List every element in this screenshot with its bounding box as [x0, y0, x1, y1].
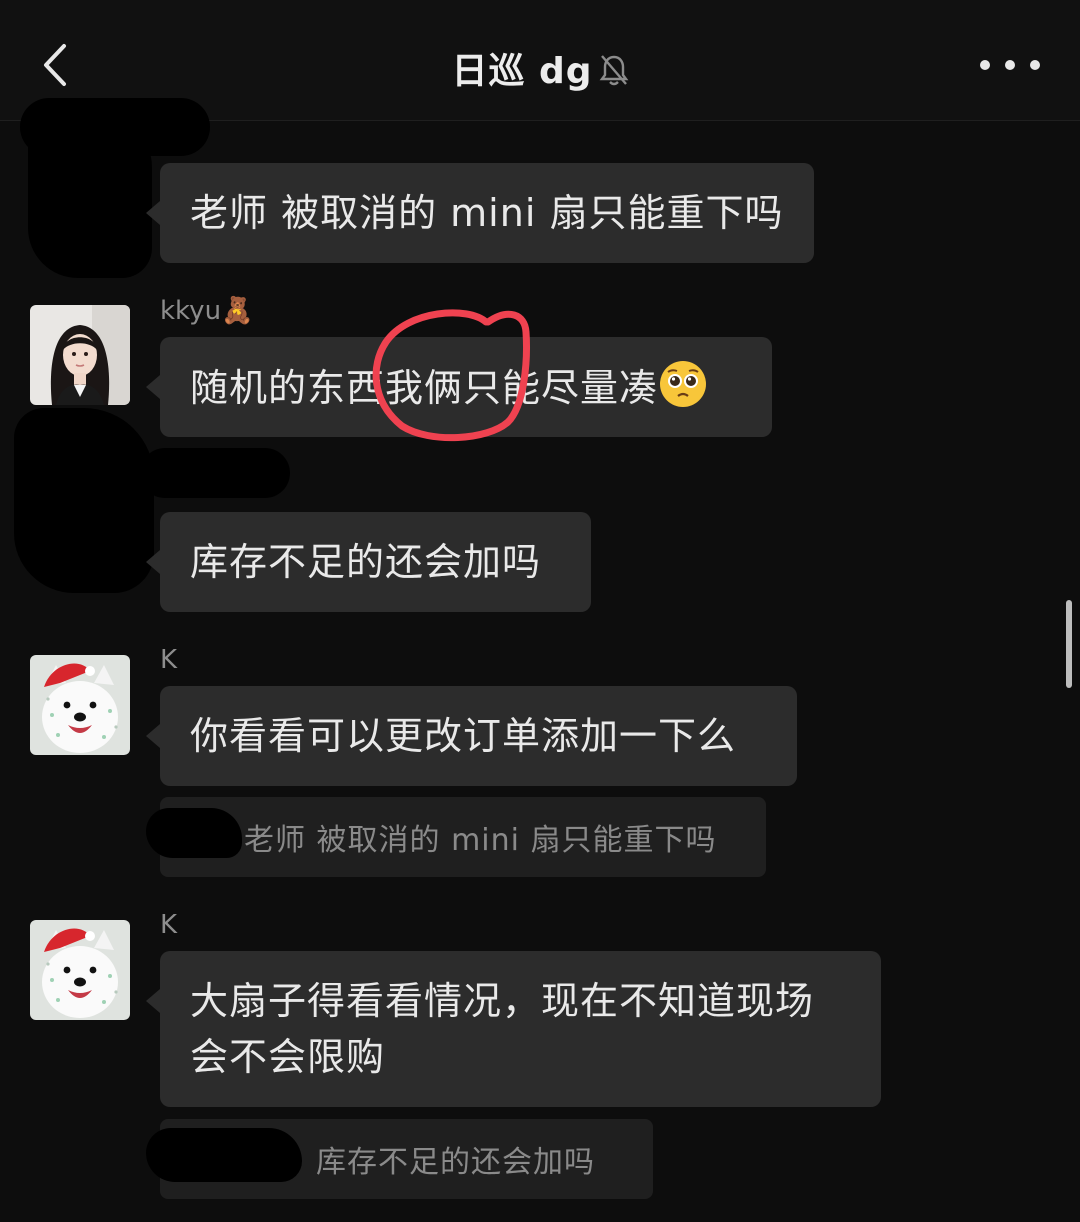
message-text-line: 大扇子得看看情况，现在不知道现场 — [190, 979, 815, 1023]
sender-name: K — [160, 645, 178, 675]
sender-name: K — [160, 910, 178, 940]
chat-screen: 日巡 dg 老师 被取消的 mini 扇只能重下吗 kkyu🧸 随机的东西我俩只… — [0, 0, 1080, 1222]
avatar[interactable] — [30, 920, 130, 1020]
message-bubble[interactable]: 老师 被取消的 mini 扇只能重下吗 — [146, 163, 814, 263]
chat-title: 日巡 dg — [451, 51, 593, 92]
avatar-girl-image — [30, 305, 130, 405]
message-text: 随机的东西我俩只能尽量凑 — [190, 366, 659, 410]
quoted-message[interactable]: 老师 被取消的 mini 扇只能重下吗 — [160, 797, 766, 877]
more-dots-icon — [980, 60, 990, 70]
quoted-text: 老师 被取消的 mini 扇只能重下吗 — [244, 823, 717, 858]
message-bubble[interactable]: 随机的东西我俩只能尽量凑 — [146, 337, 772, 437]
quoted-text: 库存不足的还会加吗 — [316, 1145, 595, 1180]
message-bubble[interactable]: 库存不足的还会加吗 — [146, 512, 591, 612]
avatar[interactable] — [30, 655, 130, 755]
redacted-name — [20, 98, 210, 156]
redacted-quote-sender — [146, 1128, 302, 1182]
pleading-face-emoji — [658, 359, 708, 409]
message-bubble[interactable]: 大扇子得看看情况，现在不知道现场 会不会限购 — [146, 951, 881, 1107]
scrollbar[interactable] — [1066, 600, 1072, 688]
avatar-dog-image — [30, 920, 130, 1020]
redacted-name — [140, 448, 290, 498]
message-text-line: 会不会限购 — [190, 1035, 386, 1079]
avatar-dog-image — [30, 655, 130, 755]
bell-slash-icon — [599, 49, 629, 87]
more-dots-icon — [1005, 60, 1015, 70]
redacted-avatar — [14, 408, 154, 593]
more-dots-icon — [1030, 60, 1040, 70]
more-options-button[interactable] — [980, 50, 1040, 80]
redacted-quote-sender — [146, 808, 242, 858]
message-text: 库存不足的还会加吗 — [190, 540, 542, 584]
avatar[interactable] — [30, 305, 130, 405]
sender-name: kkyu🧸 — [160, 296, 254, 326]
title-group: 日巡 dg — [0, 40, 1080, 96]
message-text: 老师 被取消的 mini 扇只能重下吗 — [190, 191, 784, 235]
message-bubble[interactable]: 你看看可以更改订单添加一下么 — [146, 686, 797, 786]
message-text: 你看看可以更改订单添加一下么 — [190, 714, 737, 758]
